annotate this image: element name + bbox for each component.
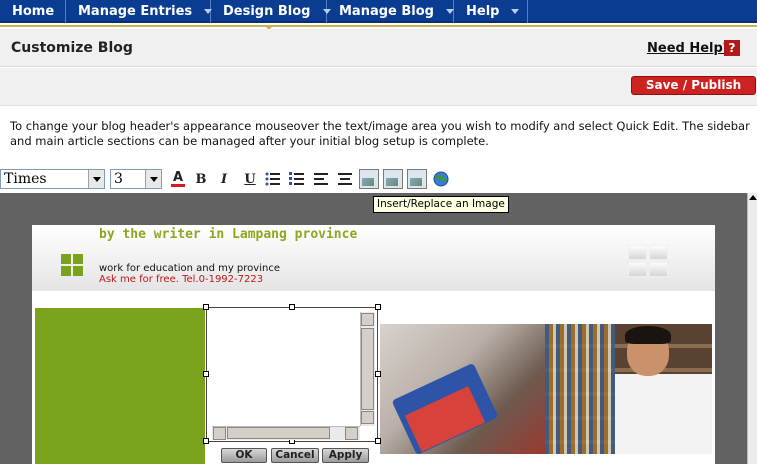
numbered-list-icon[interactable] [287,169,307,189]
nav-accent-line [0,25,757,27]
nav-help[interactable]: Help [454,0,528,23]
image-edit-frame[interactable] [206,307,378,442]
nav-help-label: Help [466,4,500,19]
chevron-down-icon[interactable] [88,170,104,188]
resize-handle[interactable] [203,304,209,310]
resize-handle[interactable] [375,371,381,377]
cancel-button[interactable]: Cancel [271,448,319,463]
scroll-left-icon[interactable] [213,427,226,440]
save-publish-button[interactable]: Save / Publish [631,76,756,95]
scroll-up-icon[interactable] [361,313,374,326]
align-left-icon[interactable] [311,169,331,189]
nav-manage-blog[interactable]: Manage Blog [327,0,454,23]
scroll-down-icon[interactable] [361,411,374,424]
font-size-select[interactable]: 3 [110,169,162,189]
nav-design-blog[interactable]: Design Blog [211,0,331,23]
scroll-right-icon[interactable] [345,427,358,440]
help-icon[interactable]: ? [724,40,740,56]
image-scroll-thumb[interactable] [361,328,374,410]
italic-icon[interactable]: I [214,169,234,189]
bold-icon[interactable]: B [191,169,211,189]
bullet-list-icon[interactable] [263,169,283,189]
action-bar: Save / Publish [0,68,757,106]
font-family-select[interactable]: Times [0,169,105,189]
apply-button[interactable]: Apply [322,448,369,463]
image-hscroll-thumb[interactable] [227,427,330,439]
nav-design-blog-label: Design Blog [223,4,311,19]
font-size-value: 3 [114,171,123,187]
nav-manage-entries[interactable]: Manage Entries [66,0,213,23]
resize-handle[interactable] [203,438,209,444]
resize-handle[interactable] [289,304,295,310]
font-color-icon[interactable]: A [168,169,188,189]
resize-handle[interactable] [375,304,381,310]
font-family-value: Times [4,171,47,187]
resize-handle[interactable] [375,438,381,444]
nav-home[interactable]: Home [0,0,66,23]
sidebar-color-block [35,308,205,464]
insert-image-icon[interactable] [359,169,379,189]
blog-header[interactable]: by the writer in Lampang province work f… [32,225,715,291]
ok-button[interactable]: OK [221,448,267,463]
edit-image-icon[interactable] [383,169,403,189]
blog-title: by the writer in Lampang province [99,227,358,242]
align-center-icon[interactable] [335,169,355,189]
blog-logo-icon [61,254,83,276]
image-properties-icon[interactable] [407,169,427,189]
blog-tagline: work for education and my province [99,263,280,274]
instructions-text: To change your blog header's appearance … [10,119,750,148]
nav-manage-entries-label: Manage Entries [78,4,193,19]
canvas-scrollbar[interactable] [747,193,757,464]
resize-handle[interactable] [203,371,209,377]
top-nav: Home Manage Entries Design Blog Manage B… [0,0,757,23]
editor-toolbar: Times 3 A B I U [0,167,757,192]
header-decoration [628,245,668,277]
photo-books[interactable] [380,324,545,454]
need-help-link[interactable]: Need Help? [647,41,730,56]
title-bar: Customize Blog Need Help? ? [0,29,757,67]
page-title: Customize Blog [11,40,133,56]
chevron-down-icon[interactable] [446,9,454,14]
photo-man-reading[interactable] [545,324,712,454]
nav-manage-blog-label: Manage Blog [339,4,434,19]
underline-icon[interactable]: U [240,169,260,189]
nav-home-label: Home [12,4,55,19]
tooltip: Insert/Replace an Image [373,196,509,213]
blog-contact: Ask me for free. Tel.0-1992-7223 [99,274,264,285]
chevron-down-icon[interactable] [511,9,520,14]
chevron-down-icon[interactable] [145,170,161,188]
insert-link-icon[interactable] [431,169,451,189]
